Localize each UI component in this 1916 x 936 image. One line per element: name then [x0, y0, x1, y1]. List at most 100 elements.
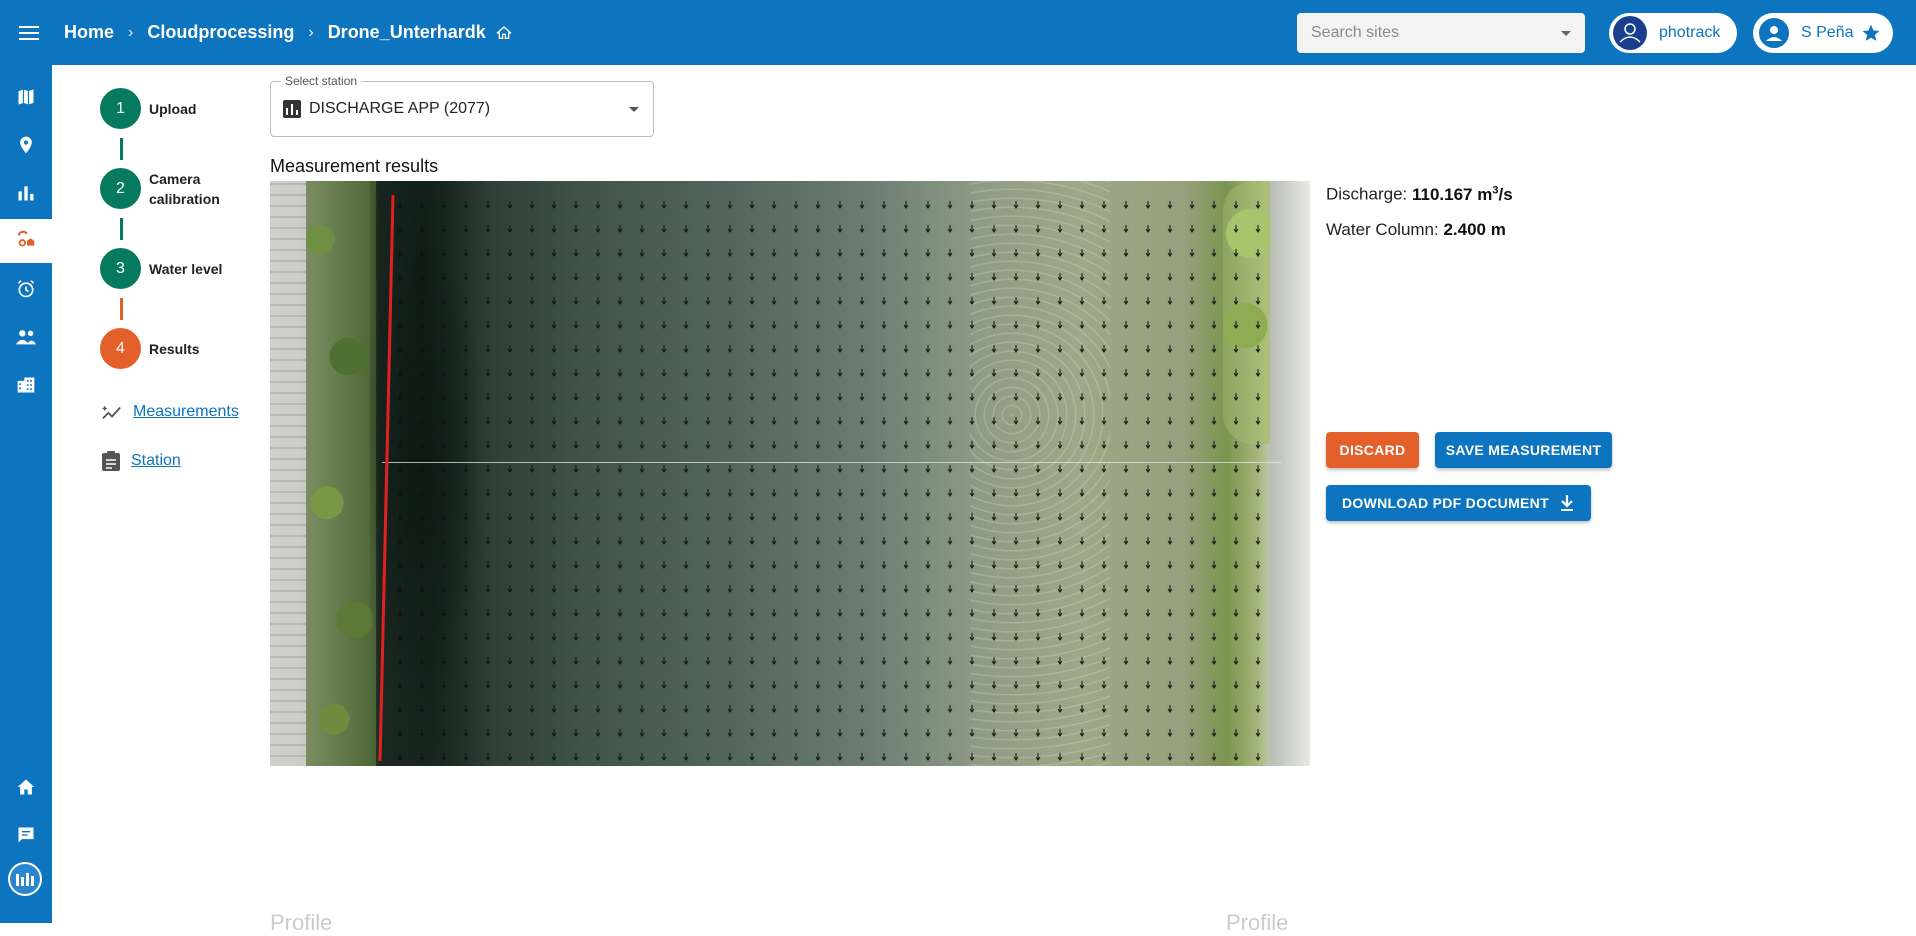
velocity-arrow [705, 465, 711, 473]
velocity-arrow [771, 753, 777, 761]
velocity-arrow [991, 537, 997, 545]
velocity-arrow [1101, 225, 1107, 233]
organization-name: photrack [1659, 24, 1721, 41]
step-water-level[interactable]: 3 Water level [100, 248, 239, 289]
discharge-label: Discharge: [1326, 184, 1408, 204]
velocity-arrow [441, 633, 447, 641]
rail-alarms[interactable] [0, 267, 52, 311]
velocity-arrow [1167, 417, 1173, 425]
velocity-arrow [1057, 609, 1063, 617]
velocity-arrow [1057, 585, 1063, 593]
velocity-arrow [397, 633, 403, 641]
velocity-arrow [1233, 345, 1239, 353]
rail-organization[interactable] [0, 363, 52, 407]
app-logo-icon[interactable] [8, 862, 42, 896]
rail-feedback[interactable] [0, 813, 52, 857]
velocity-arrow [617, 609, 623, 617]
velocity-arrow [1079, 321, 1085, 329]
breadcrumb-cloudprocessing[interactable]: Cloudprocessing [147, 22, 294, 43]
chevron-down-icon[interactable] [1561, 30, 1571, 36]
velocity-arrow [903, 273, 909, 281]
breadcrumb-site[interactable]: Drone_Unterhardk [328, 22, 486, 43]
step-camera-calibration[interactable]: 2 Camera calibration [100, 168, 239, 209]
velocity-arrow [1145, 273, 1151, 281]
velocity-arrow [771, 393, 777, 401]
station-select[interactable]: Select station DISCHARGE APP (2077) [270, 74, 654, 137]
rail-users[interactable] [0, 315, 52, 359]
velocity-arrow [1211, 489, 1217, 497]
velocity-arrow [749, 225, 755, 233]
velocity-arrow [991, 369, 997, 377]
search-input[interactable] [1311, 24, 1541, 42]
velocity-arrow [1035, 465, 1041, 473]
velocity-arrow [551, 729, 557, 737]
velocity-arrow [661, 369, 667, 377]
velocity-arrow [859, 705, 865, 713]
discard-button[interactable]: DISCARD [1326, 432, 1419, 468]
site-home-icon[interactable] [496, 25, 512, 41]
velocity-arrow [1145, 417, 1151, 425]
step-number[interactable]: 3 [100, 248, 141, 289]
rail-charts[interactable] [0, 171, 52, 215]
velocity-arrow [551, 345, 557, 353]
step-results[interactable]: 4 Results [100, 328, 239, 369]
download-pdf-button[interactable]: DOWNLOAD PDF DOCUMENT [1326, 485, 1591, 521]
velocity-arrow [595, 297, 601, 305]
velocity-arrow [881, 657, 887, 665]
velocity-arrow [771, 681, 777, 689]
velocity-arrow [727, 489, 733, 497]
velocity-arrow [1013, 681, 1019, 689]
velocity-arrow [507, 201, 513, 209]
velocity-arrow [815, 345, 821, 353]
velocity-arrow [1211, 417, 1217, 425]
station-link[interactable]: Station [101, 450, 181, 472]
search-sites-field[interactable] [1297, 13, 1585, 53]
organization-chip[interactable]: photrack [1609, 13, 1737, 53]
velocity-arrow [617, 633, 623, 641]
velocity-arrow [419, 465, 425, 473]
user-chip[interactable]: S Peña [1753, 13, 1893, 53]
rail-cloudprocessing[interactable] [0, 219, 52, 263]
velocity-arrow [903, 705, 909, 713]
rail-home[interactable] [0, 765, 52, 809]
velocity-arrow [859, 273, 865, 281]
velocity-arrow [463, 393, 469, 401]
velocity-arrow [793, 393, 799, 401]
velocity-arrow [1211, 225, 1217, 233]
rail-map[interactable] [0, 75, 52, 119]
chevron-down-icon[interactable] [629, 107, 639, 112]
save-measurement-button[interactable]: SAVE MEASUREMENT [1435, 432, 1612, 468]
velocity-arrow [1123, 321, 1129, 329]
velocity-arrow [661, 681, 667, 689]
velocity-arrow [727, 729, 733, 737]
step-connector [120, 138, 123, 160]
velocity-arrow [859, 489, 865, 497]
velocity-arrow [881, 321, 887, 329]
velocity-arrow [595, 273, 601, 281]
step-upload[interactable]: 1 Upload [100, 88, 239, 129]
menu-button[interactable] [0, 0, 58, 65]
profile-heading-right: Profile [1226, 910, 1289, 935]
velocity-arrow [639, 537, 645, 545]
auto-graph-icon [102, 405, 121, 420]
velocity-arrow [441, 369, 447, 377]
velocity-arrow [1233, 465, 1239, 473]
measurements-link[interactable]: Measurements [101, 402, 239, 422]
velocity-arrow [793, 489, 799, 497]
velocity-arrow [397, 201, 403, 209]
velocity-arrow [397, 561, 403, 569]
breadcrumb-home[interactable]: Home [64, 22, 114, 43]
velocity-arrow [925, 345, 931, 353]
velocity-arrow [1057, 225, 1063, 233]
rail-locations[interactable] [0, 123, 52, 167]
velocity-arrow [639, 201, 645, 209]
step-number[interactable]: 4 [100, 328, 141, 369]
velocity-arrow [705, 321, 711, 329]
step-number[interactable]: 1 [100, 88, 141, 129]
velocity-arrow [595, 681, 601, 689]
velocity-arrow [837, 201, 843, 209]
step-number[interactable]: 2 [100, 168, 141, 209]
velocity-arrow [793, 585, 799, 593]
velocity-arrow [1145, 729, 1151, 737]
velocity-arrow [595, 489, 601, 497]
